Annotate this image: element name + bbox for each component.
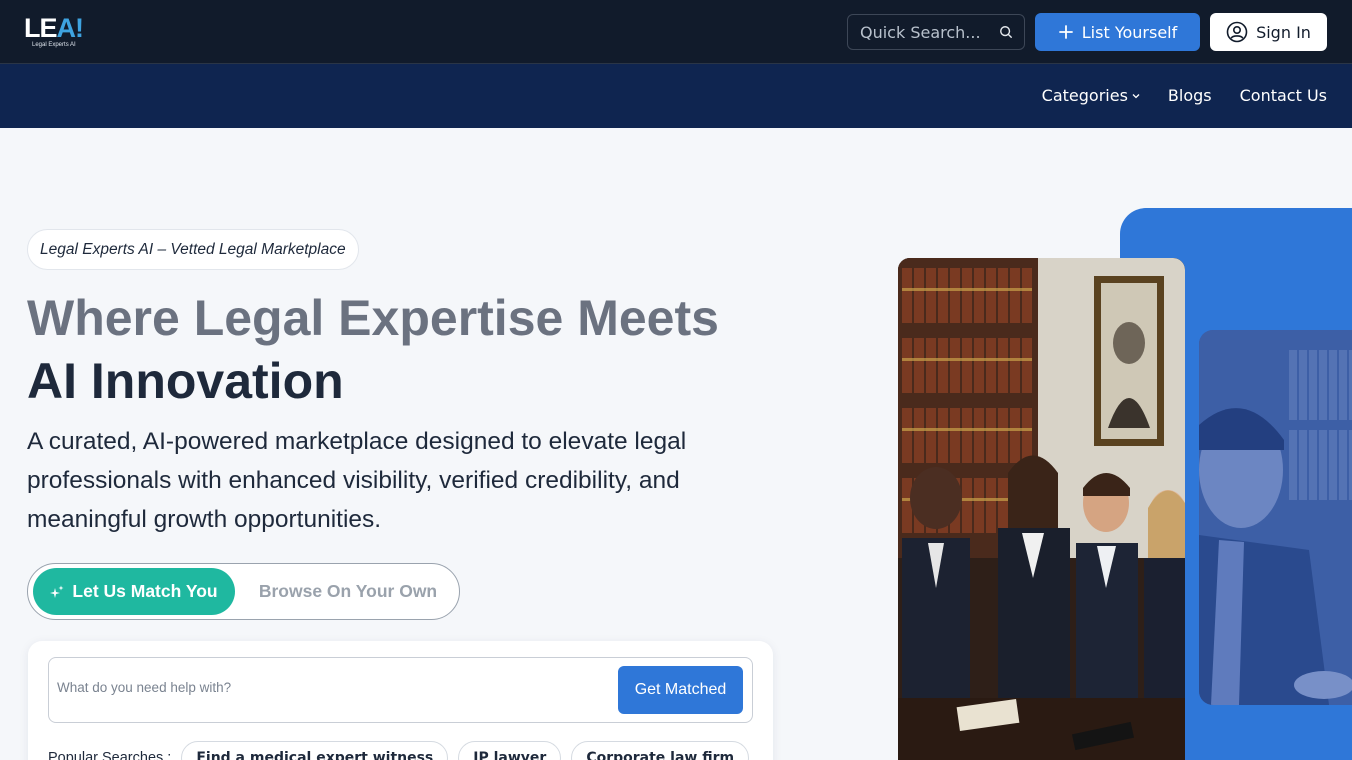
help-search-box: Get Matched [48, 657, 753, 723]
popular-chip-corporate-law-firm[interactable]: Corporate law firm [571, 741, 750, 760]
logo-wordmark: LEA! [24, 13, 84, 43]
list-yourself-button[interactable]: List Yourself [1035, 13, 1200, 51]
attorney-portrait-photo [1199, 330, 1352, 705]
popular-chip-ip-lawyer[interactable]: IP lawyer [458, 741, 562, 760]
popular-chip-medical-expert[interactable]: Find a medical expert witness [181, 741, 449, 760]
attorney-portrait-illustration [1199, 330, 1352, 705]
sign-in-label: Sign In [1256, 22, 1311, 42]
hero-badge: Legal Experts AI – Vetted Legal Marketpl… [27, 229, 359, 270]
sign-in-button[interactable]: Sign In [1210, 13, 1327, 51]
get-matched-button[interactable]: Get Matched [618, 666, 743, 714]
nav-categories-label: Categories [1041, 86, 1128, 105]
hero-subcopy: A curated, AI-powered marketplace design… [27, 428, 687, 533]
sparkle-icon [50, 585, 64, 598]
let-us-match-you-label: Let Us Match You [72, 581, 218, 601]
main-nav: Categories Blogs Contact Us [0, 64, 1352, 128]
chevron-down-icon [1132, 93, 1140, 98]
hero-headline-bold: AI Innovation [27, 353, 344, 409]
nav-blogs[interactable]: Blogs [1168, 86, 1212, 105]
search-icon[interactable] [999, 25, 1013, 39]
mode-toggle: Let Us Match You Browse On Your Own [27, 563, 460, 620]
plus-icon [1058, 25, 1073, 39]
let-us-match-you-tab[interactable]: Let Us Match You [33, 568, 235, 615]
quick-search-input[interactable] [860, 22, 990, 42]
hero-headline-light: Where Legal Expertise Meets [27, 290, 719, 346]
user-icon [1226, 21, 1248, 43]
match-search-card: Get Matched Popular Searches : Find a me… [28, 641, 773, 760]
lawyers-meeting-photo [898, 258, 1185, 760]
lawyers-meeting-illustration [898, 258, 1185, 760]
nav-categories[interactable]: Categories [1042, 86, 1140, 105]
help-search-input[interactable] [57, 680, 557, 695]
quick-search[interactable] [847, 14, 1025, 50]
top-bar: LEA! Legal Experts AI List Yourself Sign… [0, 0, 1352, 64]
popular-searches-label: Popular Searches : [48, 750, 172, 760]
popular-searches: Popular Searches : Find a medical expert… [48, 741, 750, 760]
site-logo[interactable]: LEA! Legal Experts AI [24, 13, 84, 51]
browse-on-your-own-tab[interactable]: Browse On Your Own [248, 568, 448, 615]
list-yourself-label: List Yourself [1081, 22, 1178, 42]
nav-contact-us[interactable]: Contact Us [1240, 86, 1327, 105]
